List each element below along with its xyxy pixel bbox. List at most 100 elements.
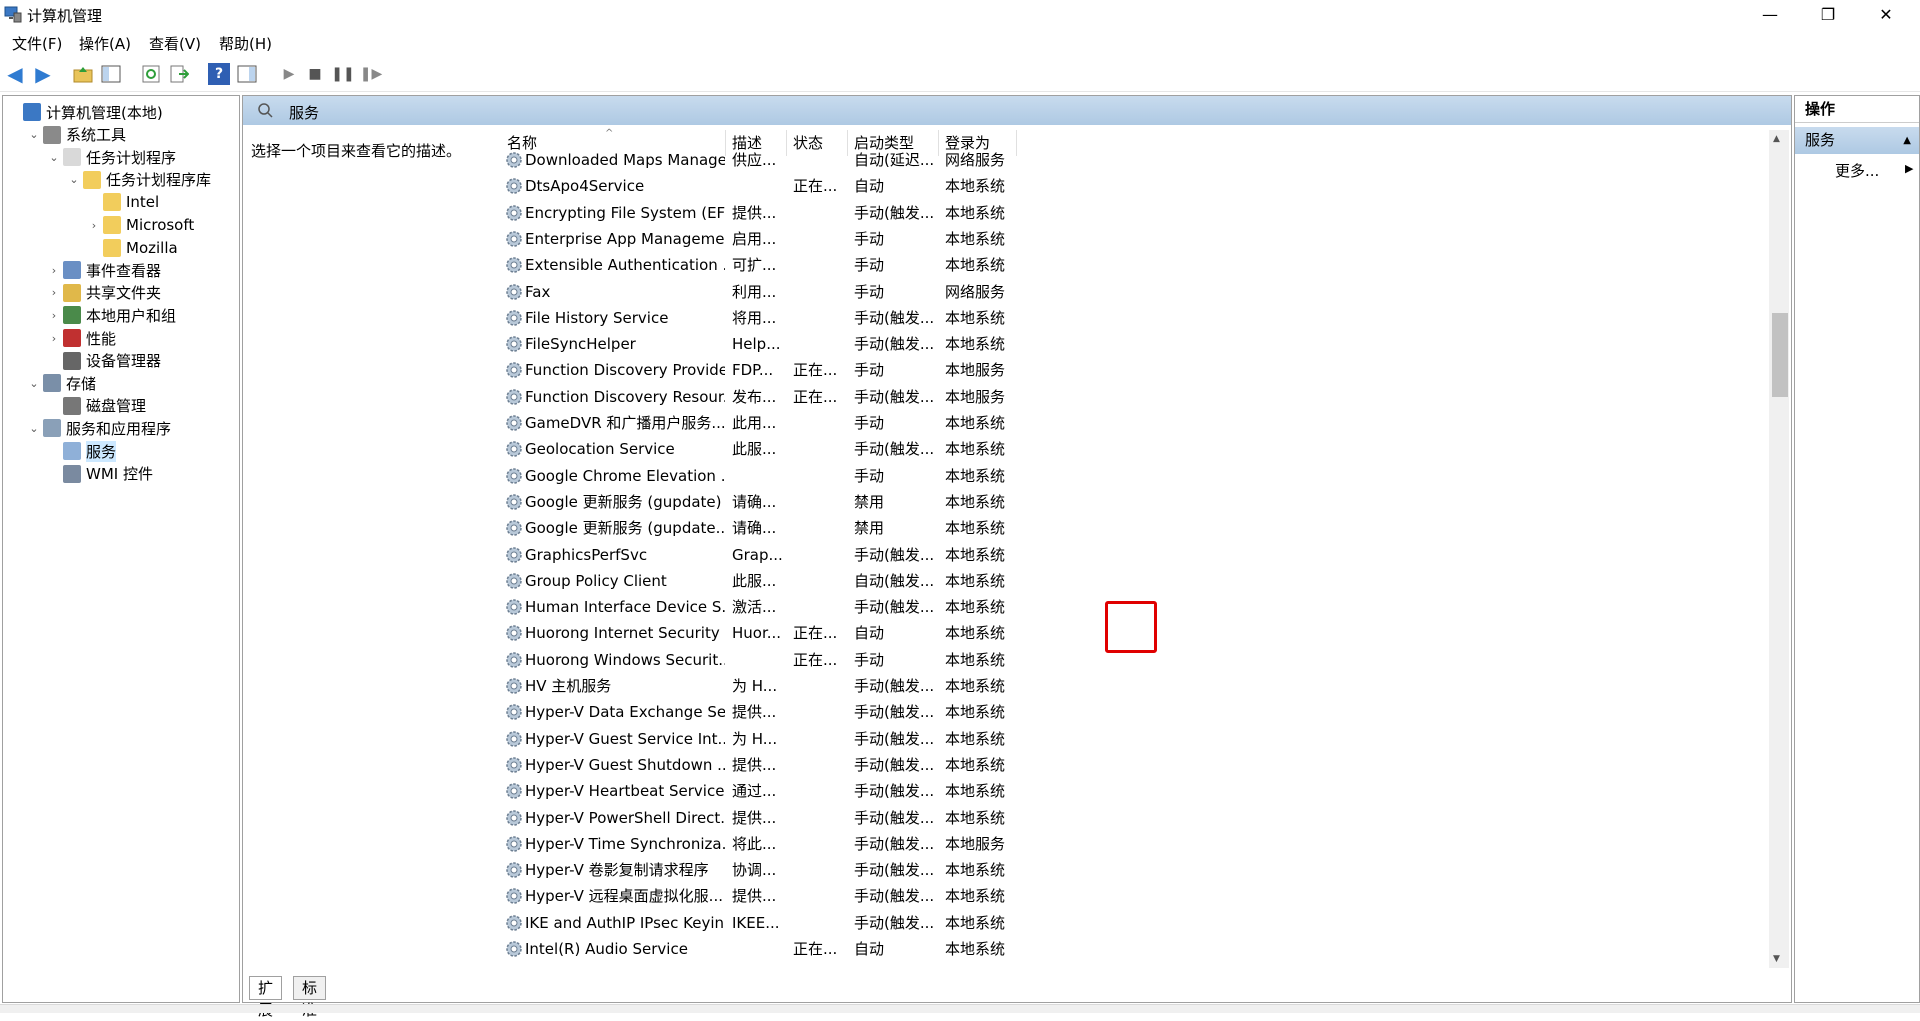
tree-item[interactable]: › Microsoft <box>87 214 194 236</box>
tree-item[interactable]: › 事件查看器 <box>47 259 161 281</box>
scroll-thumb[interactable] <box>1772 313 1788 397</box>
service-row[interactable]: Group Policy Client 此服... 自动(触发... 本地系统 <box>501 568 1021 594</box>
start-service-icon[interactable]: ▶ <box>278 63 300 85</box>
service-logon-as: 本地系统 <box>945 229 1006 248</box>
service-description: 提供... <box>732 887 777 906</box>
service-row[interactable]: Human Interface Device S... 激活... 手动(触发...… <box>501 594 1021 620</box>
service-row[interactable]: Huorong Internet Security ... Huor... 正在..… <box>501 620 1021 646</box>
service-row[interactable]: Huorong Windows Securit... 正在... 手动 本地系统 <box>501 647 1021 673</box>
restore-button[interactable]: ❐ <box>1806 0 1850 29</box>
service-row[interactable]: Fax 利用... 手动 网络服务 <box>501 279 1021 305</box>
tree-item[interactable]: ⌄ 任务计划程序 <box>47 146 176 168</box>
tree-item[interactable]: Intel <box>87 191 159 213</box>
service-row[interactable]: Google 更新服务 (gupdate... 请确... 禁用 本地系统 <box>501 515 1021 541</box>
more-actions[interactable]: 更多... <box>1835 160 1879 181</box>
collapsed-chevron-icon[interactable]: › <box>47 264 61 277</box>
minimize-button[interactable]: — <box>1748 0 1792 29</box>
event-viewer-icon <box>63 261 81 280</box>
tree-item[interactable]: 服务 <box>47 440 117 462</box>
actions-section-services[interactable]: 服务 ▲ <box>1795 127 1919 154</box>
tree-item[interactable]: › 本地用户和组 <box>47 304 176 326</box>
collapsed-chevron-icon[interactable]: › <box>47 309 61 322</box>
service-row[interactable]: Function Discovery Resour... 发布... 正在... 手动… <box>501 384 1021 410</box>
stop-service-icon[interactable]: ■ <box>304 63 326 85</box>
menu-file[interactable]: 文件(F) <box>12 33 62 54</box>
gear-icon <box>506 914 522 931</box>
service-row[interactable]: Downloaded Maps Manager 供应... 自动(延迟... 网络服务 <box>501 147 1021 173</box>
export-list-icon[interactable] <box>168 63 190 85</box>
tree-item[interactable]: ⌄ 服务和应用程序 <box>27 417 171 439</box>
service-row[interactable]: GraphicsPerfSvc Grap... 手动(触发... 本地系统 <box>501 542 1021 568</box>
tree-item[interactable]: ⌄ 系统工具 <box>27 124 126 146</box>
tree-item[interactable]: WMI 控件 <box>47 463 153 485</box>
expanded-chevron-icon[interactable]: ⌄ <box>27 422 41 435</box>
service-row[interactable]: Function Discovery Provide... FDP... 正在...… <box>501 357 1021 383</box>
collapsed-chevron-icon[interactable]: › <box>47 332 61 345</box>
tree-item[interactable]: › 性能 <box>47 327 116 349</box>
service-row[interactable]: DtsApo4Service 正在... 自动 本地系统 <box>501 173 1021 199</box>
service-row[interactable]: Hyper-V Data Exchange Se... 提供... 手动(触发...… <box>501 699 1021 725</box>
service-row[interactable]: Hyper-V Guest Service Int... 为 H... 手动(触发.… <box>501 726 1021 752</box>
collapse-icon[interactable]: ▲ <box>1903 127 1911 154</box>
service-description: 利用... <box>732 282 777 301</box>
tree-item[interactable]: 计算机管理(本地) <box>7 101 163 123</box>
forward-arrow-icon[interactable]: ▶ <box>32 62 54 86</box>
tree-item[interactable]: ⌄ 存储 <box>27 372 96 394</box>
collapsed-chevron-icon[interactable]: › <box>47 286 61 299</box>
menu-view[interactable]: 查看(V) <box>149 33 201 54</box>
up-folder-icon[interactable] <box>72 63 94 85</box>
expanded-chevron-icon[interactable]: ⌄ <box>67 173 81 186</box>
service-row[interactable]: Geolocation Service 此服... 手动(触发... 本地系统 <box>501 436 1021 462</box>
service-startup-type: 手动 <box>854 650 885 669</box>
help-icon[interactable]: ? <box>208 63 230 85</box>
service-status <box>793 568 848 594</box>
pause-service-icon[interactable]: ❚❚ <box>331 63 354 85</box>
service-row[interactable]: Google 更新服务 (gupdate) 请确... 禁用 本地系统 <box>501 489 1021 515</box>
service-row[interactable]: Extensible Authentication ... 可扩... 手动 本地系统 <box>501 252 1021 278</box>
expanded-chevron-icon[interactable]: ⌄ <box>27 377 41 390</box>
service-row[interactable]: Hyper-V Guest Shutdown ... 提供... 手动(触发... 本… <box>501 752 1021 778</box>
service-status <box>793 752 848 778</box>
tree-item[interactable]: 设备管理器 <box>47 350 161 372</box>
restart-service-icon[interactable]: ❚▶ <box>360 63 383 85</box>
tree-item[interactable]: › 共享文件夹 <box>47 282 161 304</box>
service-row[interactable]: Encrypting File System (EFS) 提供... 手动(触发..… <box>501 200 1021 226</box>
service-row[interactable]: IKE and AuthIP IPsec Keyin... IKEE... 手动(触… <box>501 910 1021 936</box>
service-row[interactable]: Hyper-V 远程桌面虚拟化服... 提供... 手动(触发... 本地系统 <box>501 883 1021 909</box>
service-row[interactable]: GameDVR 和广播用户服务... 此用... 手动 本地系统 <box>501 410 1021 436</box>
scroll-up-icon[interactable]: ▲ <box>1773 134 1780 144</box>
menu-help[interactable]: 帮助(H) <box>219 33 272 54</box>
close-button[interactable]: ✕ <box>1864 0 1908 29</box>
service-row[interactable]: Hyper-V 卷影复制请求程序 协调... 手动(触发... 本地系统 <box>501 857 1021 883</box>
vertical-scrollbar[interactable]: ▲ ▼ <box>1769 130 1789 968</box>
service-row[interactable]: Enterprise App Manageme... 启用... 手动 本地系统 <box>501 226 1021 252</box>
expanded-chevron-icon[interactable]: ⌄ <box>47 151 61 164</box>
tree-item[interactable]: ⌄ 任务计划程序库 <box>67 169 211 191</box>
service-row[interactable]: Intel(R) Audio Service 正在... 自动 本地系统 <box>501 936 1021 962</box>
tree-item[interactable]: 磁盘管理 <box>47 395 146 417</box>
expanded-chevron-icon[interactable]: ⌄ <box>27 128 41 141</box>
back-arrow-icon[interactable]: ◀ <box>4 62 26 86</box>
service-row[interactable]: Hyper-V PowerShell Direct... 提供... 手动(触发..… <box>501 805 1021 831</box>
menu-bar: 文件(F) 操作(A) 查看(V) 帮助(H) <box>0 29 1920 55</box>
service-logon-as: 本地系统 <box>945 808 1006 827</box>
service-row[interactable]: File History Service 将用... 手动(触发... 本地系统 <box>501 305 1021 331</box>
service-row[interactable]: HV 主机服务 为 H... 手动(触发... 本地系统 <box>501 673 1021 699</box>
service-startup-type: 手动(触发... <box>854 755 935 774</box>
tree-item[interactable]: Mozilla <box>87 237 178 259</box>
service-status <box>793 200 848 226</box>
tab-standard[interactable]: 标准 <box>293 976 327 1019</box>
scroll-down-icon[interactable]: ▼ <box>1773 954 1780 964</box>
collapsed-chevron-icon[interactable]: › <box>87 219 101 232</box>
service-row[interactable]: Hyper-V Time Synchroniza... 将此... 手动(触发...… <box>501 831 1021 857</box>
tab-extended[interactable]: 扩展 <box>249 976 283 1019</box>
refresh-icon[interactable] <box>140 63 162 85</box>
service-row[interactable]: Hyper-V Heartbeat Service 通过... 手动(触发... 本地… <box>501 778 1021 804</box>
properties-pane-icon[interactable] <box>236 63 258 85</box>
show-hide-tree-icon[interactable] <box>100 63 122 85</box>
service-row[interactable]: Google Chrome Elevation ... 手动 本地系统 <box>501 463 1021 489</box>
service-startup-type: 手动(触发... <box>854 782 935 801</box>
service-status <box>793 542 848 568</box>
menu-action[interactable]: 操作(A) <box>79 33 131 54</box>
service-row[interactable]: FileSyncHelper Help... 手动(触发... 本地系统 <box>501 331 1021 357</box>
